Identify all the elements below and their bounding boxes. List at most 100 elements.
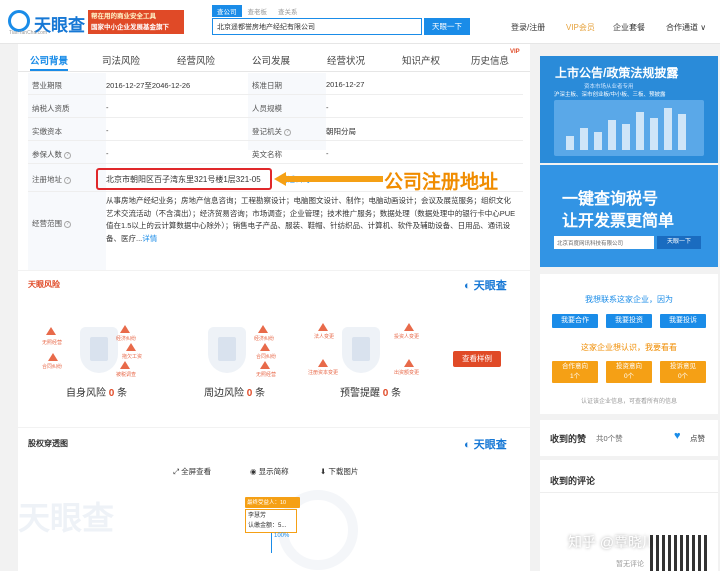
comments-label: 收到的评论 xyxy=(550,476,596,486)
scope-details-link[interactable]: 详情 xyxy=(142,234,157,243)
tab-history[interactable]: 历史信息 xyxy=(471,53,509,67)
search-tab-relation[interactable]: 查关系 xyxy=(273,5,303,17)
nav-cooperation[interactable]: 合作通道 ∨ xyxy=(666,22,706,33)
search-tab-company[interactable]: 查公司 xyxy=(212,5,242,17)
tab-background[interactable]: 公司背景 xyxy=(30,53,69,71)
listing-announcement-ad[interactable]: 上市公告/政策法规披露 资本市场从业者专用 沪深主板、深市创业板/中小板、三板、… xyxy=(540,56,718,163)
field-value: - xyxy=(326,103,329,112)
search-tab-boss[interactable]: 查老板 xyxy=(243,5,273,17)
warning-icon xyxy=(120,361,130,369)
like-button[interactable]: 点赞 xyxy=(690,433,705,444)
watermark-logo: 天眼查 xyxy=(18,500,115,536)
tab-legal-risk[interactable]: 司法风险 xyxy=(102,53,140,67)
risk-surrounding[interactable]: 经济纠纷 合同纠纷 无照经营 xyxy=(160,313,277,393)
warning-icon xyxy=(258,325,268,333)
fullscreen-button[interactable]: ⤢ 全屏查看 xyxy=(173,466,211,477)
ad-title: 上市公告/政策法规披露 xyxy=(555,66,679,80)
promo-banner[interactable]: 帮在用的商业安全工具 国家中小企业发展基金旗下 xyxy=(88,10,184,34)
nav-enterprise-plan[interactable]: 企业套餐 xyxy=(613,22,645,33)
nav-login[interactable]: 登录/注册 xyxy=(511,22,545,33)
warning-icon xyxy=(48,353,58,361)
risk-tag: 无照经营 xyxy=(42,340,63,346)
warning-icon xyxy=(318,359,328,367)
complaint-opinion-button[interactable]: 投诉意见 0个 xyxy=(660,361,706,383)
company-info-panel: 公司背景 司法风险 经营风险 公司发展 经营状况 知识产权 历史信息 VIP 营… xyxy=(18,44,530,270)
risk-tag: 合同纠纷 xyxy=(256,354,277,360)
tax-search-input[interactable]: 北京百度网讯科技有限公司 xyxy=(554,236,654,249)
risk-tag: 被税调查 xyxy=(116,372,137,378)
risk-tag: 拖欠工资 xyxy=(122,354,143,360)
info-row: 实缴资本 - 登记机关? 朝阳分局 xyxy=(28,119,523,141)
investment-intent-button[interactable]: 投资意向 0个 xyxy=(606,361,652,383)
warning-icon xyxy=(404,323,414,331)
building-icon xyxy=(218,337,236,361)
tax-search-button[interactable]: 天眼一下 xyxy=(657,236,701,249)
tax-id-ad[interactable]: 一键查询税号 让开发票更简单 北京百度网讯科技有限公司 天眼一下 xyxy=(540,165,718,267)
risk-warning-title: 预警提醒 0 条 xyxy=(340,388,402,399)
invest-button[interactable]: 我要投资 xyxy=(606,314,652,328)
risk-surrounding-title: 周边风险 0 条 xyxy=(204,388,266,399)
field-label: 核准日期 xyxy=(252,81,282,90)
no-comment-text: 暂无评论 xyxy=(616,561,644,568)
beneficiary-node-header[interactable]: 最终受益人：10 xyxy=(245,497,300,508)
divider xyxy=(540,492,718,493)
show-short-name-button[interactable]: ◉ 显示简称 xyxy=(250,466,289,477)
risk-warning[interactable]: 法人变更 投资人变更 注册资本变更 出资额变更 xyxy=(294,313,419,393)
logo-subtitle: TianYanCha.com xyxy=(9,30,48,36)
view-sample-button[interactable]: 查看样例 xyxy=(453,351,501,367)
search-button[interactable]: 天眼一下 xyxy=(424,18,470,35)
banner-line-1: 帮在用的商业安全工具 xyxy=(91,13,156,20)
tab-ip[interactable]: 知识产权 xyxy=(402,53,440,67)
help-icon[interactable]: ? xyxy=(284,128,291,136)
complain-button[interactable]: 我要投诉 xyxy=(660,314,706,328)
warning-icon xyxy=(404,359,414,367)
tab-operation-risk[interactable]: 经营风险 xyxy=(177,53,215,67)
warning-icon xyxy=(260,361,270,369)
likes-count: 共0个赞 xyxy=(596,434,623,443)
warning-icon xyxy=(46,327,56,335)
interest-title: 这家企业想认识，我要看看 xyxy=(581,343,677,352)
field-label: 英文名称 xyxy=(252,150,282,159)
equity-penetration-section: 股权穿透图 ◐ 天眼查 ⤢ 全屏查看 ◉ 显示简称 ⬇ 下载图片 天眼查 最终受… xyxy=(18,428,530,571)
heart-icon[interactable]: ♥ xyxy=(674,430,681,442)
search-input[interactable]: 北京遥都誉房地产经纪有限公司 xyxy=(212,18,422,35)
warning-icon xyxy=(260,343,270,351)
vip-badge: VIP xyxy=(510,49,520,55)
likes-label: 收到的赞 xyxy=(550,434,587,444)
ad-subtitle: 资本市场从业者专用 xyxy=(584,84,634,90)
tab-development[interactable]: 公司发展 xyxy=(252,53,290,67)
equity-percent: 100% xyxy=(274,533,290,539)
help-icon[interactable]: ? xyxy=(64,176,71,184)
equity-link-line xyxy=(271,533,272,553)
logo-eye-icon xyxy=(8,10,30,32)
field-value: - xyxy=(106,149,109,158)
download-image-button[interactable]: ⬇ 下载图片 xyxy=(320,466,358,477)
info-row: 参保人数? - 英文名称 - xyxy=(28,142,523,164)
field-label: 营业期限 xyxy=(32,81,62,90)
cooperation-intent-button[interactable]: 合作意向 1个 xyxy=(552,361,598,383)
ad-line-1: 一键查询税号 xyxy=(562,191,659,208)
field-value: - xyxy=(106,103,109,112)
nav-vip[interactable]: VIP会员 xyxy=(566,22,595,33)
shareholder-node[interactable]: 李慧芳 认缴金额：5... xyxy=(245,509,297,533)
building-icon xyxy=(90,337,108,361)
zhihu-watermark: 知乎 @覃晓川 xyxy=(568,534,657,550)
help-icon[interactable]: ? xyxy=(64,220,71,228)
risk-title: 天眼风险 xyxy=(28,280,60,289)
field-label: 登记机关? xyxy=(252,126,291,137)
help-icon[interactable]: ? xyxy=(64,151,71,159)
contact-panel: 我想联系这家企业，因为 我要合作 我要投资 我要投诉 这家企业想认识，我要看看 … xyxy=(540,274,718,414)
info-row: 纳税人资质 - 人员规模 - xyxy=(28,96,523,118)
building-icon xyxy=(352,337,370,361)
cooperate-button[interactable]: 我要合作 xyxy=(552,314,598,328)
field-label: 实缴资本 xyxy=(32,127,62,136)
field-value: 2016-12-27 xyxy=(326,80,365,89)
risk-self-title: 自身风险 0 条 xyxy=(66,388,128,399)
field-label: 参保人数? xyxy=(32,149,71,160)
warning-icon xyxy=(318,323,328,331)
tab-operation-status[interactable]: 经营状况 xyxy=(327,53,365,67)
tianyancha-brand: ◐ 天眼查 xyxy=(464,280,507,292)
equity-title: 股权穿透图 xyxy=(28,439,68,448)
risk-self[interactable]: 经济纠纷 无照经营 拖欠工资 合同纠纷 被税调查 xyxy=(32,313,147,393)
risk-tag: 合同纠纷 xyxy=(42,364,63,370)
